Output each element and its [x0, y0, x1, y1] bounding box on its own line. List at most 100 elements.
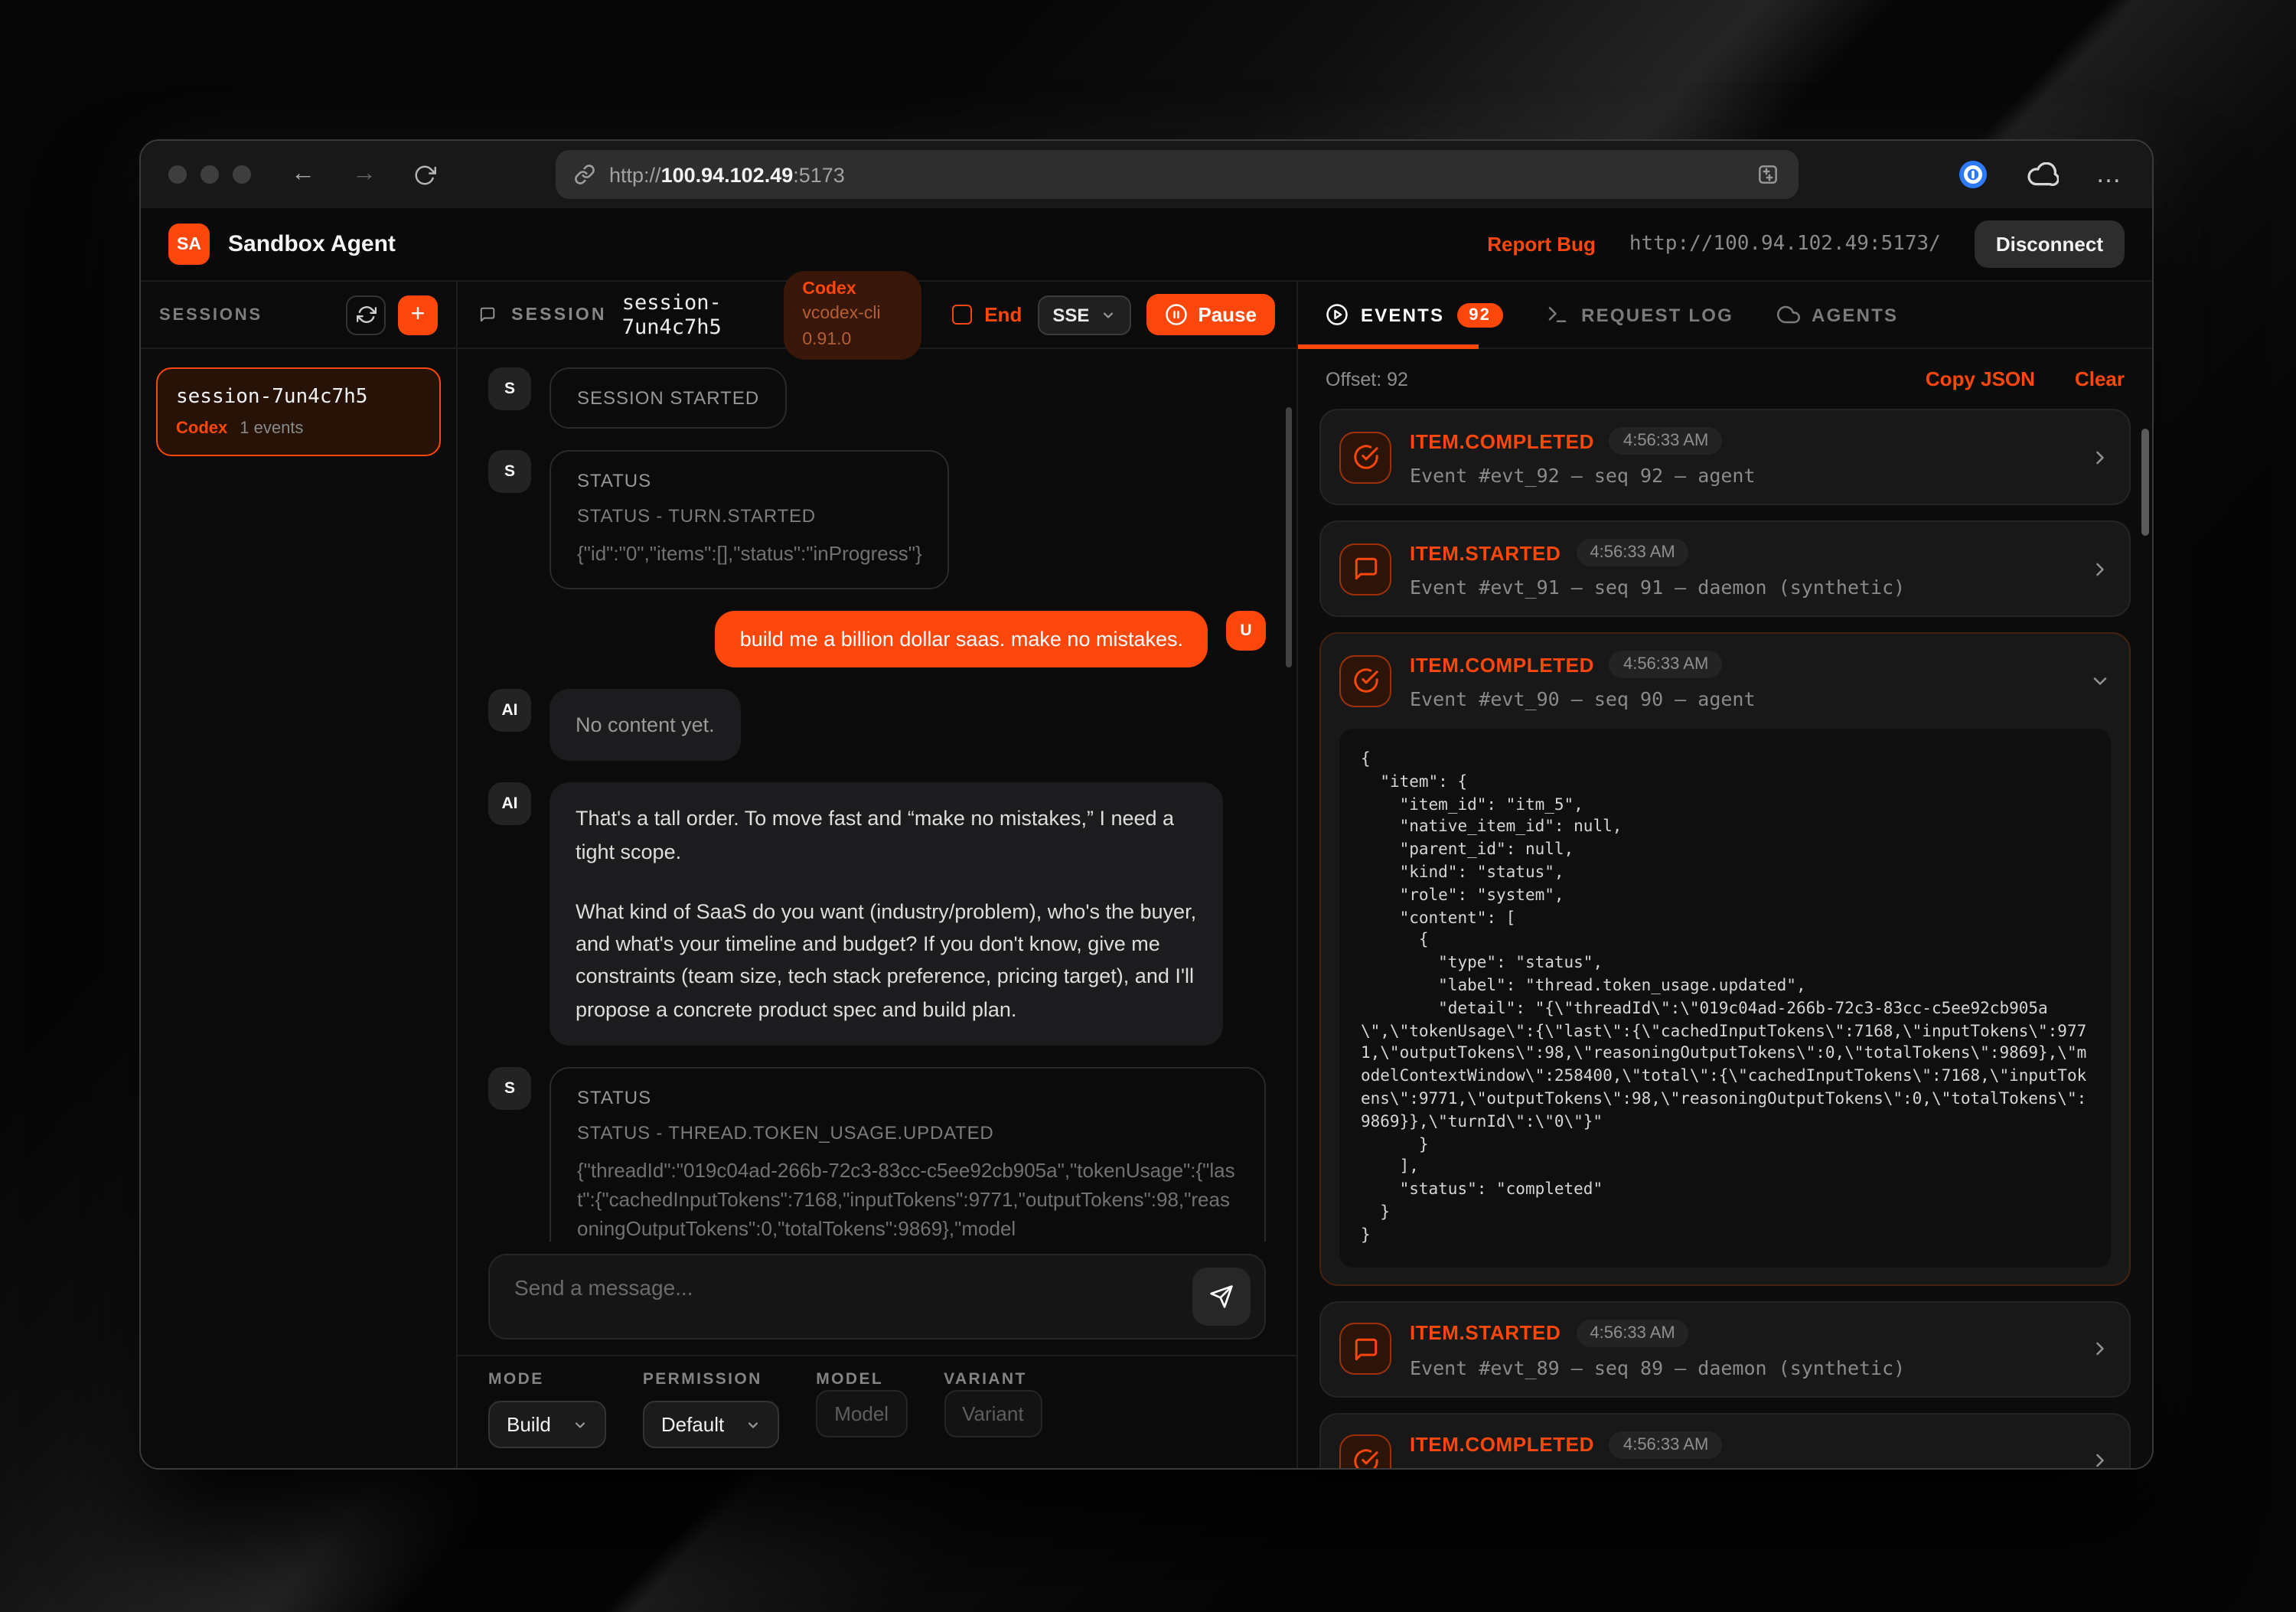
minimize-window-button[interactable]	[201, 165, 219, 184]
close-window-button[interactable]	[168, 165, 187, 184]
tab-agents[interactable]: AGENTS	[1776, 303, 1898, 326]
report-bug-link[interactable]: Report Bug	[1487, 233, 1596, 256]
app-header: SA Sandbox Agent Report Bug http://100.9…	[141, 208, 2152, 282]
event-type: ITEM.COMPLETED	[1410, 429, 1594, 452]
disconnect-button[interactable]: Disconnect	[1975, 220, 2125, 268]
chat-session-name: session-7un4c7h5	[622, 290, 769, 339]
chat-scrollbar[interactable]	[1286, 407, 1292, 667]
send-button[interactable]	[1192, 1268, 1251, 1326]
zoom-window-button[interactable]	[233, 165, 251, 184]
event-time: 4:56:33 AM	[1609, 427, 1722, 455]
events-tabs: EVENTS 92 REQUEST LOG AGENTS	[1298, 282, 2152, 349]
message-avatar: AI	[488, 689, 531, 732]
event-meta: Event #evt_92 – seq 92 – agent	[1410, 464, 2071, 487]
status-line: {"threadId":"019c04ad-266b-72c3-83cc-c5e…	[577, 1157, 1238, 1242]
event-icon	[1339, 543, 1391, 595]
events-count-badge: 92	[1456, 302, 1503, 327]
chat-message: AI That's a tall order. To move fast and…	[488, 782, 1266, 1046]
active-tab-underline	[1298, 344, 1479, 349]
events-scrollbar[interactable]	[2141, 429, 2149, 536]
event-meta: Event #evt_91 – seq 91 – daemon (synthet…	[1410, 576, 2071, 599]
session-provider: Codex	[176, 419, 227, 438]
event-type: ITEM.COMPLETED	[1410, 653, 1594, 676]
event-icon	[1339, 1323, 1391, 1375]
event-meta: Event #evt_90 – seq 90 – agent	[1410, 687, 2071, 710]
session-name: session-7un4c7h5	[176, 386, 421, 409]
tab-request-log[interactable]: REQUEST LOG	[1546, 303, 1733, 326]
window-controls	[168, 165, 251, 184]
permission-select[interactable]: Default	[643, 1401, 779, 1448]
cloud-icon	[1776, 303, 1799, 326]
end-checkbox[interactable]	[952, 305, 972, 325]
event-list: ITEM.COMPLETED 4:56:33 AM Event #evt_92 …	[1298, 406, 2152, 1468]
chevron-down-icon	[745, 1417, 761, 1432]
message-paragraph: No content yet.	[576, 709, 715, 742]
message-avatar: S	[488, 367, 531, 410]
transport-select[interactable]: SSE	[1037, 295, 1130, 334]
back-button[interactable]: ←	[291, 162, 315, 187]
session-controls: MODE Build PERMISSION Default MODEL Mode…	[458, 1355, 1296, 1468]
refresh-sessions-button[interactable]	[346, 295, 386, 334]
browser-chrome: ← → http://100.94.102.49:5173 …	[141, 141, 2152, 208]
model-input[interactable]: Model	[816, 1390, 907, 1437]
copy-json-button[interactable]: Copy JSON	[1926, 367, 2035, 390]
message-avatar: U	[1226, 611, 1266, 651]
browser-menu-icon[interactable]: …	[2095, 159, 2125, 190]
status-line: SESSION STARTED	[577, 387, 759, 409]
cloud-sync-icon[interactable]	[2025, 162, 2059, 188]
session-list-item[interactable]: session-7un4c7h5 Codex1 events	[156, 367, 441, 456]
chat-message: S STATUSSTATUS - THREAD.TOKEN_USAGE.UPDA…	[488, 1067, 1266, 1242]
variant-input[interactable]: Variant	[944, 1390, 1042, 1437]
end-session-toggle[interactable]: End	[952, 303, 1022, 326]
event-payload-json: { "item": { "item_id": "itm_5", "native_…	[1339, 729, 2111, 1267]
status-line: STATUS - THREAD.TOKEN_USAGE.UPDATED	[577, 1122, 1238, 1144]
check-circle-icon	[1352, 1447, 1378, 1468]
model-label: MODEL	[816, 1370, 907, 1388]
event-time: 4:56:33 AM	[1576, 539, 1688, 566]
sessions-title: SESSIONS	[159, 305, 334, 324]
pause-button[interactable]: Pause	[1146, 294, 1275, 335]
event-expand-chevron[interactable]	[2089, 670, 2111, 691]
event-card[interactable]: ITEM.COMPLETED 4:56:33 AM Event #evt_92 …	[1319, 409, 2131, 505]
event-card[interactable]: ITEM.COMPLETED 4:56:33 AM Event #evt_88 …	[1319, 1412, 2131, 1468]
event-card[interactable]: ITEM.COMPLETED 4:56:33 AM Event #evt_90 …	[1319, 632, 2131, 1285]
event-type: ITEM.STARTED	[1410, 1321, 1561, 1344]
clear-events-button[interactable]: Clear	[2075, 367, 2125, 390]
server-url: http://100.94.102.49:5173/	[1629, 233, 1941, 256]
new-session-button[interactable]: +	[398, 295, 438, 334]
url-text: http://100.94.102.49:5173	[609, 163, 845, 186]
terminal-icon	[1546, 303, 1569, 326]
event-expand-chevron[interactable]	[2089, 446, 2111, 468]
event-card[interactable]: ITEM.STARTED 4:56:33 AM Event #evt_89 – …	[1319, 1300, 2131, 1397]
event-meta: Event #evt_88 – seq 88 – agent	[1410, 1467, 2071, 1468]
chat-message: AI No content yet.	[488, 689, 1266, 762]
event-time: 4:56:33 AM	[1609, 1431, 1722, 1458]
event-expand-chevron[interactable]	[2089, 1450, 2111, 1468]
provider-badge: Codex vcodex-cli 0.91.0	[784, 270, 921, 359]
message-bubble: SESSION STARTED	[550, 367, 787, 429]
event-time: 4:56:33 AM	[1576, 1319, 1688, 1346]
message-square-icon	[479, 303, 496, 326]
message-list: S SESSION STARTED S STATUSSTATUS - TURN.…	[458, 349, 1296, 1242]
message-avatar: AI	[488, 782, 531, 825]
reload-button[interactable]	[413, 163, 436, 186]
event-icon	[1339, 431, 1391, 483]
forward-button[interactable]: →	[352, 162, 377, 187]
event-expand-chevron[interactable]	[2089, 558, 2111, 579]
link-icon	[574, 164, 595, 185]
event-card[interactable]: ITEM.STARTED 4:56:33 AM Event #evt_91 – …	[1319, 520, 2131, 617]
mode-select[interactable]: Build	[488, 1401, 606, 1448]
status-line: STATUS	[577, 470, 922, 491]
address-bar[interactable]: http://100.94.102.49:5173	[556, 150, 1799, 199]
reader-mode-icon[interactable]	[1756, 162, 1780, 187]
event-expand-chevron[interactable]	[2089, 1338, 2111, 1359]
event-type: ITEM.STARTED	[1410, 541, 1561, 564]
password-manager-icon[interactable]	[1958, 159, 1988, 190]
events-toolbar: Offset: 92 Copy JSON Clear	[1298, 349, 2152, 406]
chat-message: S STATUSSTATUS - TURN.STARTED{"id":"0","…	[488, 450, 1266, 589]
message-composer[interactable]: Send a message...	[488, 1254, 1266, 1340]
mode-label: MODE	[488, 1370, 606, 1388]
tab-events[interactable]: EVENTS 92	[1326, 302, 1503, 327]
events-offset: Offset: 92	[1326, 368, 1408, 390]
status-line: STATUS	[577, 1087, 1238, 1108]
